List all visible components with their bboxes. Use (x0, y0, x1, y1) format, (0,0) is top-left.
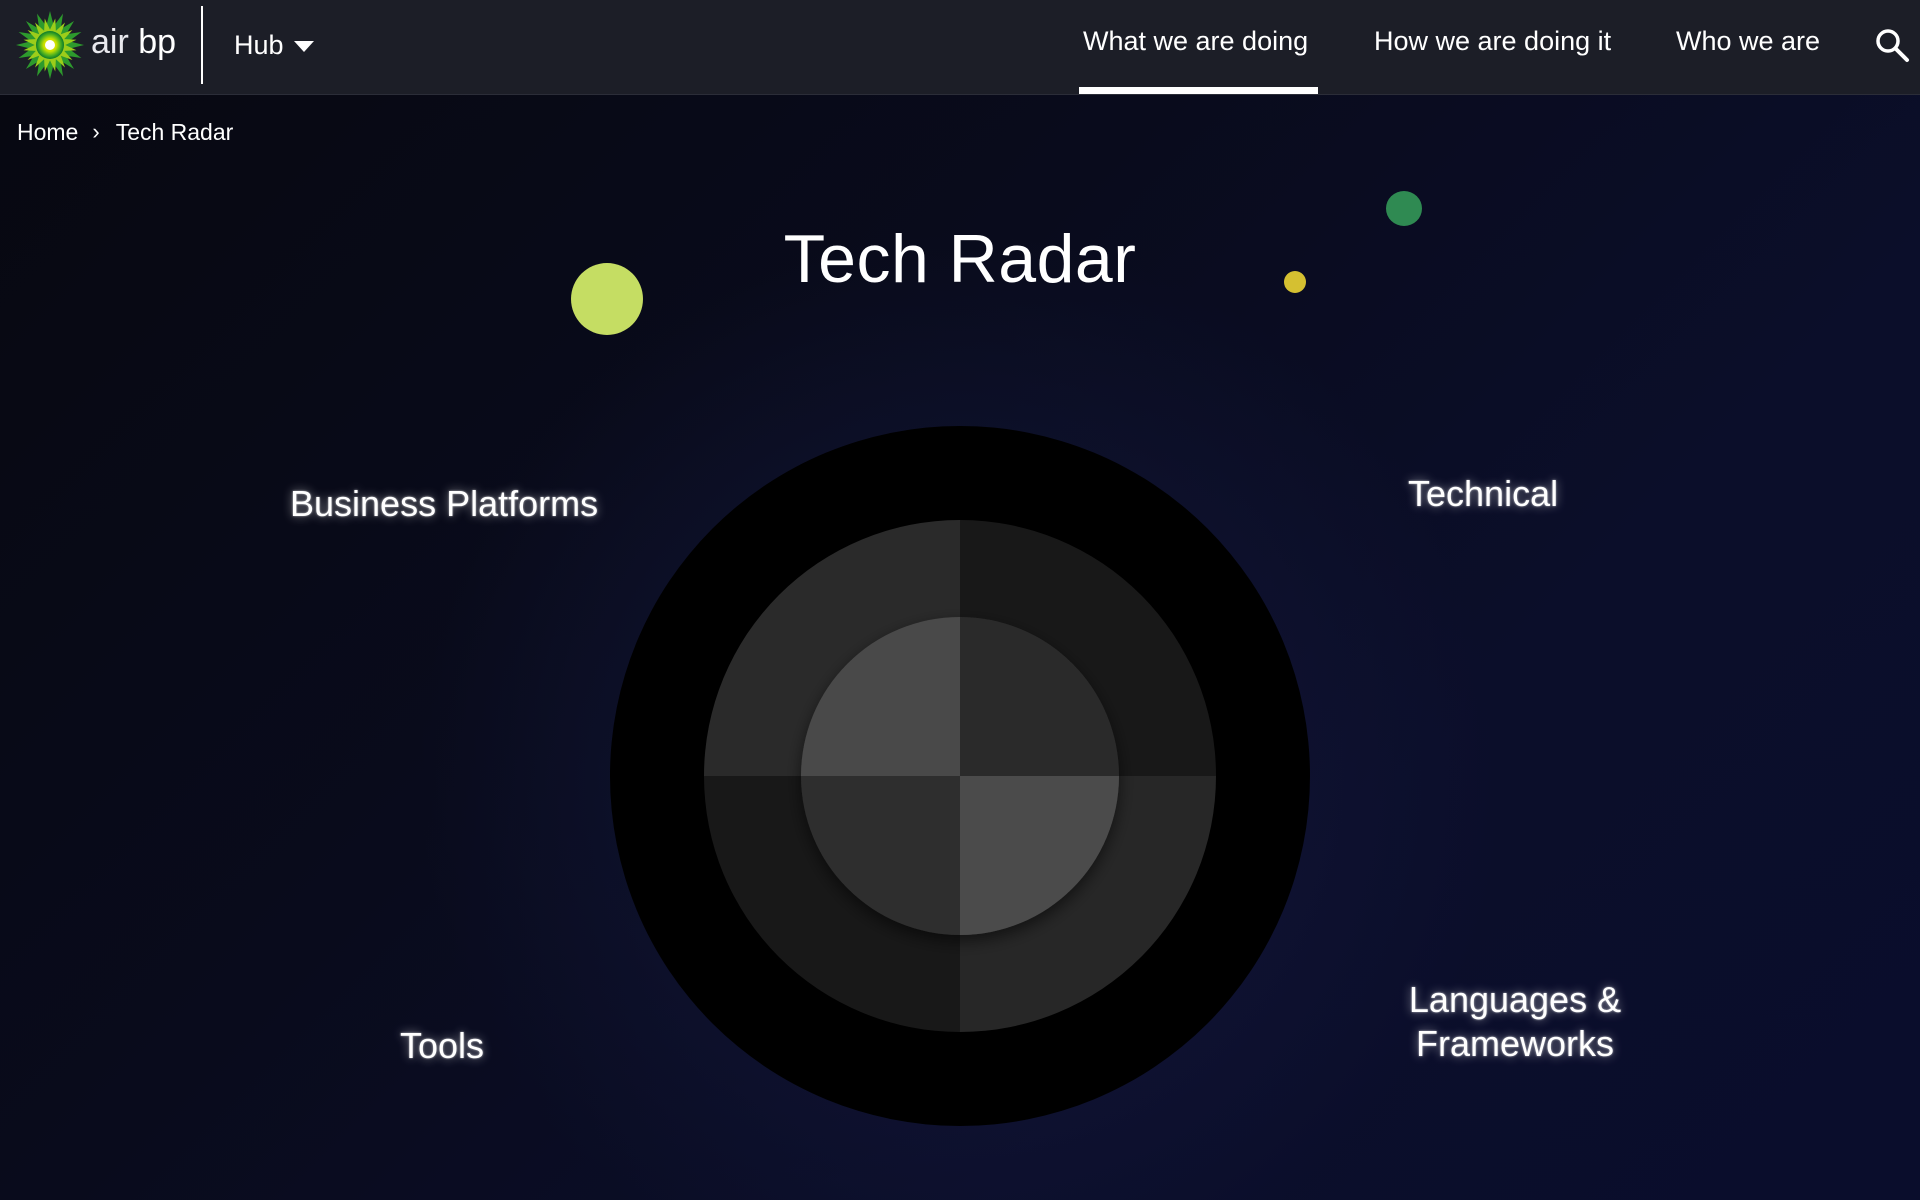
breadcrumb-current: Tech Radar (115, 119, 234, 145)
caret-down-icon (293, 41, 314, 52)
radar-blip-yellow[interactable] (1284, 271, 1306, 293)
quadrant-label-languages-frameworks[interactable]: Languages & Frameworks (1405, 978, 1625, 1066)
quadrant-label-business-platforms[interactable]: Business Platforms (290, 482, 598, 526)
brand-bp-text: bp (138, 23, 177, 61)
bp-helios-logo-icon[interactable] (15, 10, 85, 80)
breadcrumb-separator: › (92, 119, 100, 144)
nav-link-who-we-are[interactable]: Who we are (1676, 22, 1820, 60)
hub-label: Hub (234, 29, 284, 60)
brand-wordmark[interactable]: air bp (91, 18, 176, 66)
page-title: Tech Radar (783, 220, 1137, 297)
brand-air-text: air (91, 23, 129, 61)
quadrant-label-technical[interactable]: Technical (1408, 472, 1558, 516)
radar-blip-green[interactable] (1386, 191, 1422, 226)
breadcrumb: Home › Tech Radar (17, 116, 233, 148)
quadrant-label-languages-line2: Frameworks (1415, 1023, 1615, 1064)
quadrant-label-languages-line1: Languages & (1408, 979, 1622, 1020)
tech-radar (610, 426, 1310, 1126)
breadcrumb-home-link[interactable]: Home (17, 116, 78, 148)
quadrant-label-tools[interactable]: Tools (400, 1024, 484, 1068)
nav-link-how-we-are-doing-it[interactable]: How we are doing it (1374, 22, 1611, 60)
top-nav-bar: air bp Hub What we are doing How we are … (0, 0, 1920, 95)
search-icon[interactable] (1873, 26, 1911, 64)
nav-active-indicator (1079, 87, 1318, 94)
nav-link-what-we-are-doing[interactable]: What we are doing (1083, 22, 1308, 60)
nav-divider (201, 6, 203, 84)
radar-blip-lime[interactable] (571, 263, 643, 335)
page: air bp Hub What we are doing How we are … (0, 0, 1920, 1200)
hub-dropdown[interactable]: Hub (234, 24, 314, 66)
